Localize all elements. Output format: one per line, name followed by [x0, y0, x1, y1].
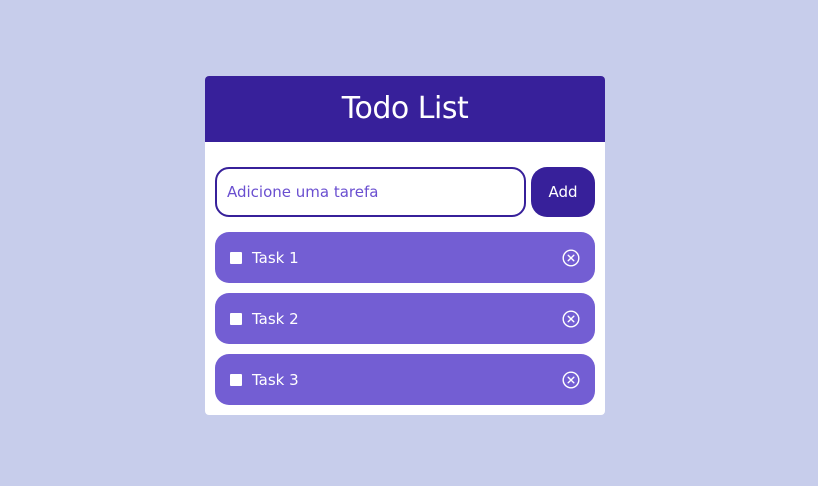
task-input[interactable] — [215, 167, 526, 217]
task-label: Task 2 — [252, 309, 299, 328]
delete-task-button[interactable] — [562, 248, 580, 267]
task-label: Task 3 — [252, 370, 299, 389]
task-item: Task 2 — [215, 293, 595, 344]
delete-task-button[interactable] — [562, 370, 580, 389]
add-button[interactable]: Add — [531, 167, 595, 217]
close-circle-icon — [562, 309, 580, 328]
page-title: Todo List — [341, 91, 469, 126]
task-checkbox[interactable] — [230, 251, 242, 264]
add-task-form: Add — [215, 167, 595, 217]
task-list: Task 1 Task 2 Task 3 — [215, 232, 595, 415]
close-circle-icon — [562, 248, 580, 267]
card-header: Todo List — [205, 76, 605, 142]
task-item: Task 3 — [215, 354, 595, 405]
task-label: Task 1 — [252, 248, 299, 267]
task-checkbox[interactable] — [230, 373, 242, 386]
task-item: Task 1 — [215, 232, 595, 283]
todo-card: Todo List Add Task 1 Task 2 — [205, 76, 605, 415]
delete-task-button[interactable] — [562, 309, 580, 328]
task-checkbox[interactable] — [230, 312, 242, 325]
close-circle-icon — [562, 370, 580, 389]
